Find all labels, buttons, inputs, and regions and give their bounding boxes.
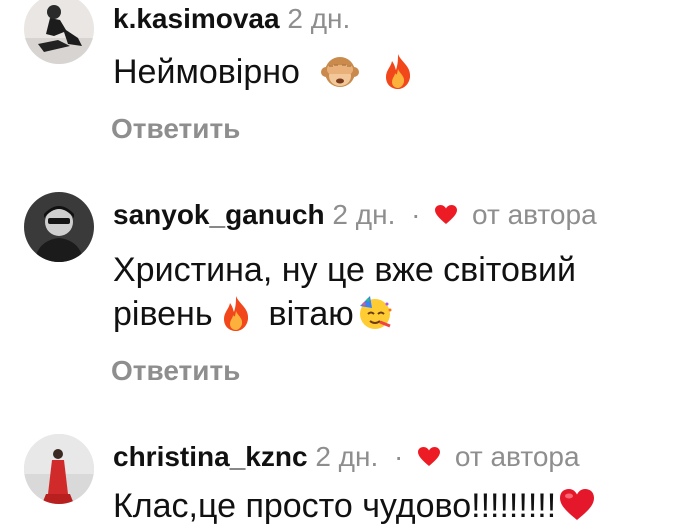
comment-text-word: рівень [113,295,213,333]
comment-time: 2 дн. [332,199,396,230]
reply-button[interactable]: Ответить [111,112,240,146]
fire-emoji [379,52,417,90]
comment-header: k.kasimovaa 2 дн. [113,2,350,36]
comment-text: Неймовірно [113,50,417,94]
comment-time: 2 дн. [315,441,379,472]
separator-dot: · [394,441,404,472]
comment-text-line: Неймовірно [113,53,300,91]
comment-text: Клас,це просто чудово!!!!!!!!! [113,484,596,528]
heart-icon [435,205,458,224]
reply-button[interactable]: Ответить [111,354,240,388]
heart-icon [418,447,441,466]
avatar[interactable] [24,0,94,64]
comment-header: sanyok_ganuch 2 дн. · от автора [113,198,597,232]
comment-header: christina_kznc 2 дн. · от автора [113,440,580,474]
username[interactable]: christina_kznc [113,441,308,472]
comment-text: Христина, ну це вже світовий рівень віта… [113,248,576,336]
red-heart-emoji [558,486,596,524]
avatar[interactable] [24,434,94,504]
fire-emoji [217,294,255,332]
comment-text-word: вітаю [268,295,354,333]
comment-text-line-2: рівень вітаю [113,292,576,336]
author-like-label: от автора [454,441,580,472]
comment-text-line: Христина, ну це вже світовий [113,251,576,289]
avatar[interactable] [24,192,94,262]
see-no-evil-monkey-emoji [321,52,360,90]
comment-text-line: Клас,це просто чудово!!!!!!!!! [113,487,557,525]
author-like-label: от автора [472,199,597,230]
comment-time: 2 дн. [287,3,351,34]
username[interactable]: k.kasimovaa [113,3,280,34]
separator-dot: · [411,199,421,230]
partying-face-emoji [356,294,394,332]
username[interactable]: sanyok_ganuch [113,199,325,230]
